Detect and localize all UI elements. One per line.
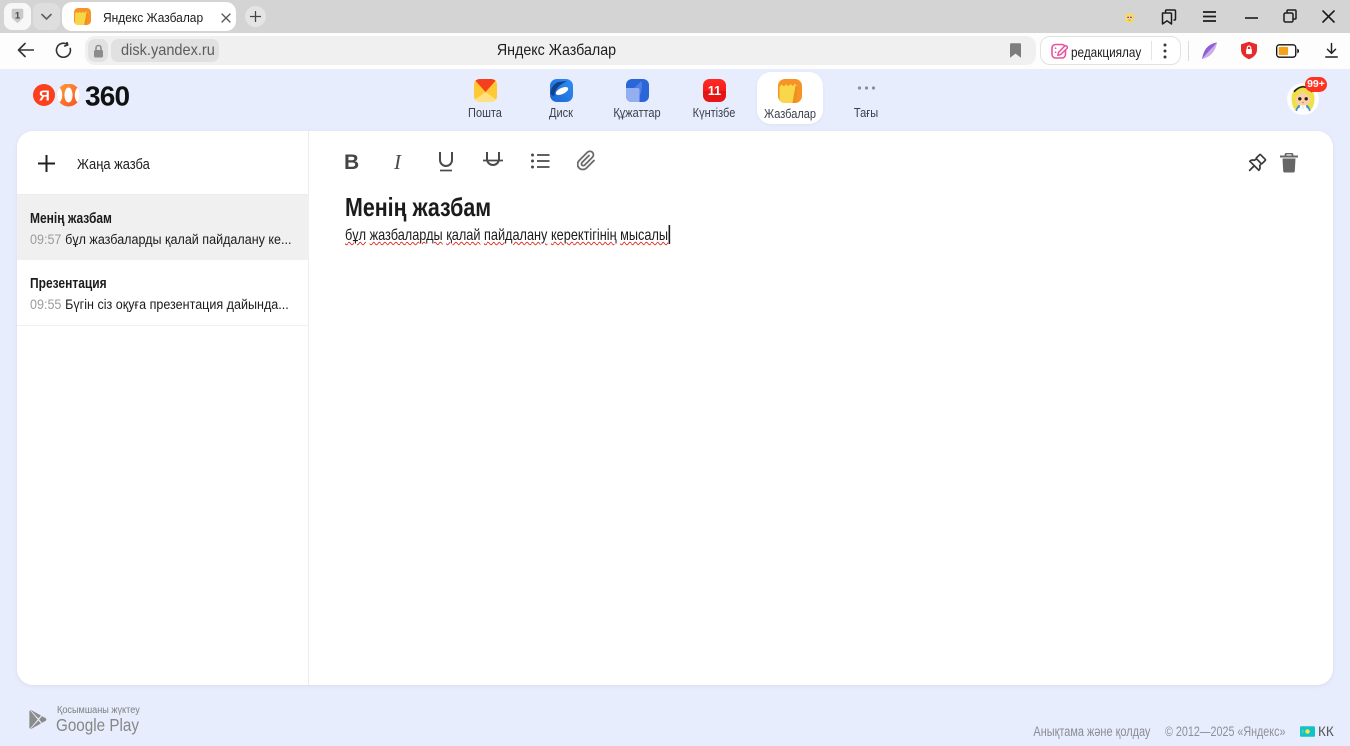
svg-text:I: I [393, 151, 402, 172]
svg-text:1: 1 [15, 11, 21, 22]
svg-text:360: 360 [85, 84, 129, 112]
svg-text:11: 11 [707, 84, 720, 98]
svg-text:B: B [344, 151, 359, 172]
svg-text:Я: Я [39, 87, 50, 104]
